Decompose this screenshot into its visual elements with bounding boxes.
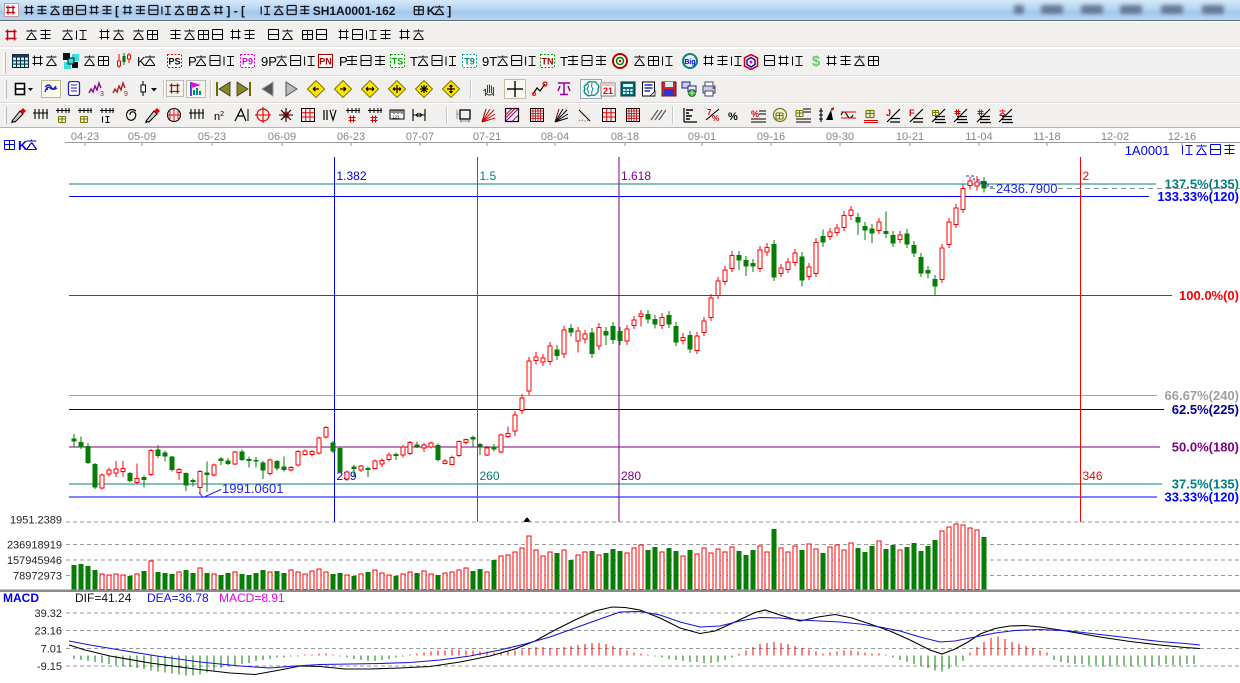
svg-text:K: K — [137, 54, 146, 69]
svg-text:n2: n2 — [214, 111, 224, 123]
svg-text:DIF=41.24: DIF=41.24 — [75, 591, 132, 605]
svg-text:07-07: 07-07 — [406, 131, 434, 143]
svg-text:11-18: 11-18 — [1033, 131, 1060, 143]
svg-text:2: 2 — [1083, 169, 1090, 183]
svg-text:62.5%(225): 62.5%(225) — [1172, 402, 1239, 417]
svg-text:1.382: 1.382 — [337, 169, 367, 183]
svg-text:236918919: 236918919 — [7, 540, 62, 552]
svg-text:MACD=8.91: MACD=8.91 — [219, 591, 285, 605]
svg-text:10-21: 10-21 — [896, 131, 924, 143]
svg-text:33.33%(120): 33.33%(120) — [1165, 490, 1239, 505]
svg-text:08-18: 08-18 — [611, 131, 639, 143]
svg-text:T: T — [560, 54, 568, 69]
svg-text:06-09: 06-09 — [268, 131, 296, 143]
svg-text:05-09: 05-09 — [128, 131, 156, 143]
svg-text:66.67%(240): 66.67%(240) — [1165, 388, 1239, 403]
svg-text:1.5: 1.5 — [480, 169, 497, 183]
svg-text:11-04: 11-04 — [965, 131, 992, 143]
svg-text:08-04: 08-04 — [541, 131, 569, 143]
svg-text:%: % — [712, 114, 719, 123]
svg-text:3: 3 — [100, 91, 104, 97]
svg-text:09-30: 09-30 — [826, 131, 854, 143]
svg-text:P: P — [339, 54, 348, 69]
svg-text:346: 346 — [1083, 469, 1103, 483]
svg-text:09-16: 09-16 — [757, 131, 785, 143]
svg-text:MACD: MACD — [3, 591, 39, 605]
svg-text:133.33%(120): 133.33%(120) — [1157, 189, 1239, 204]
svg-text:P: P — [188, 54, 197, 69]
svg-text:280: 280 — [621, 469, 641, 483]
svg-text:50.0%(180): 50.0%(180) — [1172, 439, 1239, 454]
svg-text:9P: 9P — [261, 54, 277, 69]
svg-text:07-21: 07-21 — [473, 131, 501, 143]
svg-text:": " — [332, 110, 334, 116]
svg-text:09-01: 09-01 — [688, 131, 716, 143]
svg-text:-9.15: -9.15 — [37, 661, 62, 673]
svg-text:%: % — [751, 109, 759, 119]
svg-text:23.16: 23.16 — [34, 626, 62, 638]
svg-text:78972973: 78972973 — [13, 571, 62, 583]
svg-text:9: 9 — [124, 91, 128, 97]
svg-text:T: T — [410, 54, 418, 69]
svg-text:05-23: 05-23 — [198, 131, 226, 143]
svg-text:12-16: 12-16 — [1168, 131, 1196, 143]
svg-text:%: % — [728, 111, 738, 123]
svg-text:260: 260 — [480, 469, 500, 483]
svg-text:39.32: 39.32 — [34, 608, 62, 620]
svg-text:F: F — [909, 108, 915, 118]
svg-text:K: K — [18, 138, 28, 153]
svg-text:2436.7900: 2436.7900 — [996, 181, 1057, 196]
svg-text:157945946: 157945946 — [7, 555, 62, 567]
svg-text:7.01: 7.01 — [41, 643, 62, 655]
svg-text:123: 123 — [392, 115, 400, 120]
svg-text:100.0%(0): 100.0%(0) — [1179, 288, 1239, 303]
svg-text:1951.2389: 1951.2389 — [10, 515, 62, 527]
svg-text:12-02: 12-02 — [1101, 131, 1129, 143]
svg-text:1991.0601: 1991.0601 — [222, 481, 283, 496]
svg-text:06-23: 06-23 — [337, 131, 365, 143]
svg-text:21: 21 — [603, 86, 613, 96]
svg-text:1A0001: 1A0001 — [1125, 143, 1170, 158]
svg-text:1.618: 1.618 — [621, 169, 651, 183]
svg-text:DEA=36.78: DEA=36.78 — [147, 591, 209, 605]
svg-text:9T: 9T — [482, 54, 497, 69]
svg-text:04-23: 04-23 — [71, 131, 99, 143]
svg-text:J: J — [886, 108, 891, 118]
